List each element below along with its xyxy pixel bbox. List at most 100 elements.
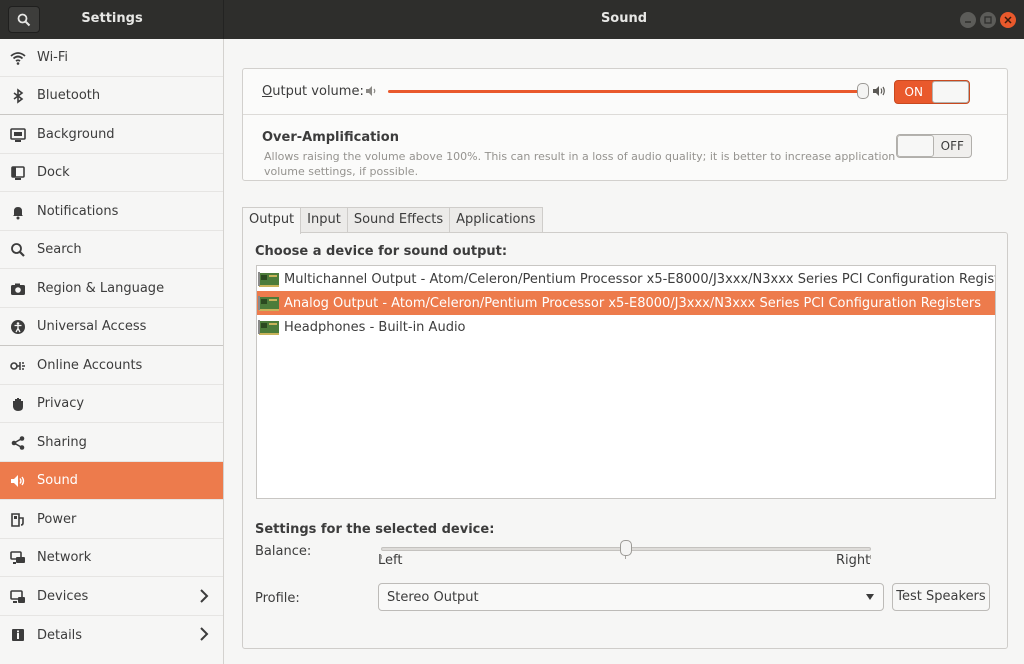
sidebar-item-label: Network xyxy=(37,550,92,565)
output-volume-switch[interactable]: ON xyxy=(894,80,970,104)
sidebar-item-label: Notifications xyxy=(37,204,119,219)
balance-slider-handle[interactable] xyxy=(620,540,632,556)
search-icon xyxy=(10,242,26,258)
output-volume-slider-track[interactable] xyxy=(388,90,865,93)
profile-dropdown[interactable]: Stereo Output xyxy=(378,583,884,611)
sidebar-item-label: Region & Language xyxy=(37,281,165,296)
sidebar-item-search[interactable]: Search xyxy=(0,231,223,269)
sidebar-item-label: Online Accounts xyxy=(37,358,143,373)
device-row-analog-output[interactable]: Analog Output - Atom/Celeron/Pentium Pro… xyxy=(257,291,995,315)
sidebar-item-sharing[interactable]: Sharing xyxy=(0,424,223,462)
balance-label: Balance: xyxy=(255,544,312,559)
bell-icon xyxy=(10,204,26,220)
minimize-button[interactable] xyxy=(960,12,976,28)
network-icon xyxy=(10,550,26,566)
sidebar-item-label: Power xyxy=(37,512,77,527)
wifi-icon xyxy=(10,50,26,66)
switch-knob xyxy=(932,81,969,103)
search-button[interactable] xyxy=(8,6,40,33)
settings-title: Settings xyxy=(81,11,143,26)
switch-state-label: OFF xyxy=(940,139,964,153)
sound-card-icon xyxy=(258,320,279,335)
sidebar-item-network[interactable]: Network xyxy=(0,539,223,577)
chevron-right-icon xyxy=(200,627,209,641)
dock-icon xyxy=(10,165,26,181)
sidebar-item-dock[interactable]: Dock xyxy=(0,154,223,192)
device-label: Headphones - Built-in Audio xyxy=(284,319,466,335)
sidebar-item-label: Bluetooth xyxy=(37,88,101,103)
sidebar-item-devices[interactable]: Devices xyxy=(0,578,223,616)
profile-selected-value: Stereo Output xyxy=(387,589,479,605)
switch-state-label: ON xyxy=(904,85,923,99)
tab-sound-effects[interactable]: Sound Effects xyxy=(346,207,451,233)
online-accounts-icon xyxy=(10,358,26,374)
sidebar-item-notifications[interactable]: Notifications xyxy=(0,193,223,231)
sidebar-item-label: Sound xyxy=(37,473,78,488)
dropdown-arrow-icon xyxy=(866,594,874,600)
sidebar-item-label: Sharing xyxy=(37,435,87,450)
test-speakers-button[interactable]: Test Speakers xyxy=(892,583,990,611)
sidebar-header: Settings xyxy=(0,0,224,39)
close-button[interactable] xyxy=(1000,12,1016,28)
tab-applications[interactable]: Applications xyxy=(449,207,543,233)
window-controls xyxy=(960,12,1016,28)
device-row-headphones[interactable]: Headphones - Built-in Audio xyxy=(257,315,995,339)
profile-label: Profile: xyxy=(255,591,300,606)
sidebar-item-label: Background xyxy=(37,127,115,142)
tab-input[interactable]: Input xyxy=(300,207,348,233)
hand-icon xyxy=(10,396,26,412)
sidebar-item-wifi[interactable]: Wi-Fi xyxy=(0,39,223,77)
sidebar-item-label: Wi-Fi xyxy=(37,50,69,65)
device-label: Analog Output - Atom/Celeron/Pentium Pro… xyxy=(284,295,982,311)
sidebar-item-label: Dock xyxy=(37,165,70,180)
sidebar-item-universal-access[interactable]: Universal Access xyxy=(0,308,223,346)
minimize-icon xyxy=(965,21,971,23)
over-amplification-title: Over-Amplification xyxy=(262,130,399,145)
balance-right-label: Right xyxy=(836,553,871,568)
tab-output[interactable]: Output xyxy=(242,207,302,234)
choose-device-label: Choose a device for sound output: xyxy=(255,244,508,259)
output-volume-label: Output volume: xyxy=(262,84,364,99)
header-bar: Settings Sound xyxy=(0,0,1024,39)
sidebar-item-bluetooth[interactable]: Bluetooth xyxy=(0,77,223,115)
speaker-high-icon xyxy=(873,86,885,96)
sidebar-item-online-accounts[interactable]: Online Accounts xyxy=(0,347,223,385)
share-icon xyxy=(10,435,26,451)
output-volume-label-rest: utput volume: xyxy=(272,84,364,99)
mnemonic-letter: O xyxy=(262,84,273,99)
device-row-multichannel[interactable]: Multichannel Output - Atom/Celeron/Penti… xyxy=(257,267,995,291)
over-amplification-switch[interactable]: OFF xyxy=(896,134,972,158)
sidebar-item-label: Search xyxy=(37,242,82,257)
devices-icon xyxy=(10,589,26,605)
sidebar-item-label: Details xyxy=(37,627,83,643)
sound-card-icon xyxy=(258,272,279,287)
sound-card-icon xyxy=(258,296,279,311)
sidebar-item-power[interactable]: Power xyxy=(0,501,223,539)
chevron-right-icon xyxy=(200,589,209,603)
sidebar-item-sound[interactable]: Sound xyxy=(0,462,223,500)
maximize-button[interactable] xyxy=(980,12,996,28)
speaker-low-icon xyxy=(366,86,376,96)
accessibility-icon xyxy=(10,319,26,335)
maximize-icon xyxy=(984,16,992,24)
sidebar-item-privacy[interactable]: Privacy xyxy=(0,385,223,423)
close-icon xyxy=(1004,16,1012,24)
sidebar-item-region-language[interactable]: Region & Language xyxy=(0,270,223,308)
details-icon xyxy=(10,627,26,643)
main-content: Output volume: ON Over-Amplification All… xyxy=(225,39,1024,664)
page-title: Sound xyxy=(600,11,648,26)
device-list: Multichannel Output - Atom/Celeron/Penti… xyxy=(256,265,996,499)
background-icon xyxy=(10,127,26,143)
device-label: Multichannel Output - Atom/Celeron/Penti… xyxy=(284,271,995,287)
power-icon xyxy=(10,512,26,528)
sidebar-item-label: Devices xyxy=(37,589,89,604)
volume-frame: Output volume: ON Over-Amplification All… xyxy=(242,68,1008,181)
camera-icon xyxy=(10,281,26,297)
sidebar-item-label: Privacy xyxy=(37,396,85,411)
output-volume-slider-handle[interactable] xyxy=(857,83,869,99)
sidebar-item-details[interactable]: Details xyxy=(0,616,223,654)
search-icon xyxy=(17,13,31,26)
output-volume-row: Output volume: ON xyxy=(243,69,1007,115)
output-tab-panel: Choose a device for sound output: Multic… xyxy=(242,232,1008,649)
sidebar-item-background[interactable]: Background xyxy=(0,116,223,154)
